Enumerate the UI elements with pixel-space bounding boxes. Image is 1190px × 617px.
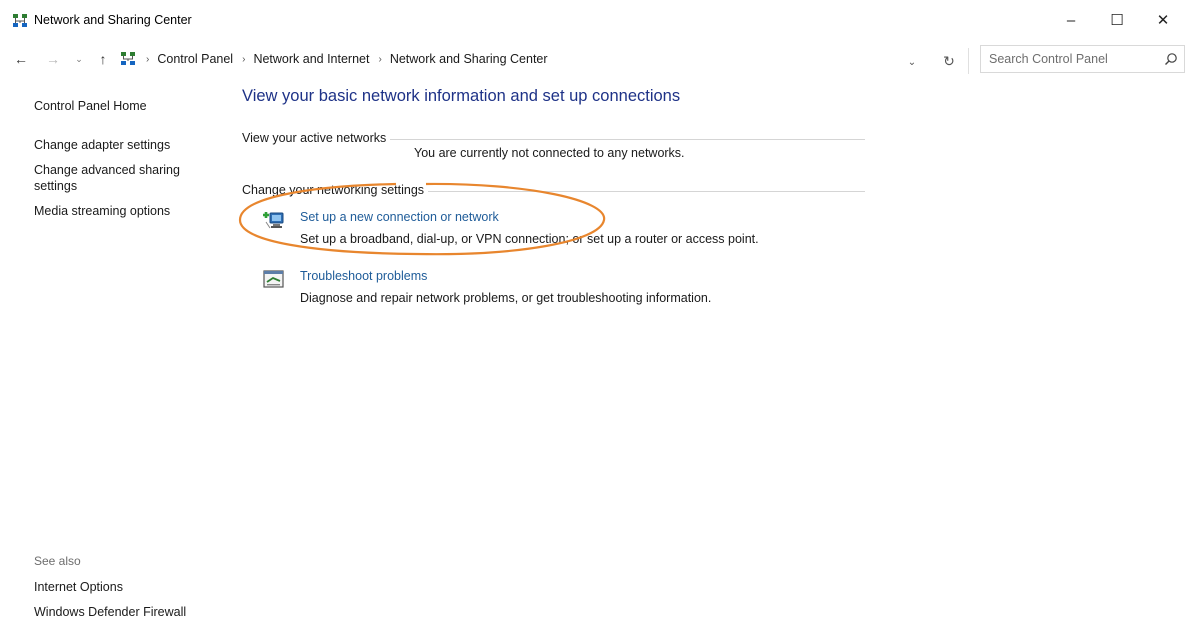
search-box[interactable] [980,45,1185,73]
window: Network and Sharing Center – ☐ ✕ ← → ⌄ ↑… [0,0,1190,617]
setup-new-connection-link[interactable]: Set up a new connection or network [300,210,499,224]
search-icon[interactable] [1164,52,1178,66]
setup-new-connection-description: Set up a broadband, dial-up, or VPN conn… [300,232,759,246]
media-streaming-options-link[interactable]: Media streaming options [34,203,170,219]
new-connection-icon [263,212,284,229]
window-title: Network and Sharing Center [34,13,192,27]
breadcrumb-network-and-internet[interactable]: Network and Internet [253,52,369,66]
troubleshoot-problems-link[interactable]: Troubleshoot problems [300,269,427,283]
windows-defender-firewall-link[interactable]: Windows Defender Firewall [34,604,186,617]
address-bar[interactable]: › Control Panel › Network and Internet ›… [118,45,928,73]
troubleshoot-icon [263,270,284,288]
chevron-right-icon: › [146,53,150,65]
active-networks-heading: View your active networks [242,131,391,145]
network-status-text: You are currently not connected to any n… [414,146,685,160]
minimize-button[interactable]: – [1048,0,1094,40]
change-advanced-sharing-settings-link[interactable]: Change advanced sharing settings [34,162,204,194]
close-button[interactable]: ✕ [1140,0,1186,40]
control-panel-home-link[interactable]: Control Panel Home [34,98,147,114]
control-panel-icon [121,52,135,65]
address-dropdown-button[interactable]: ⌄ [900,52,924,72]
chevron-right-icon[interactable]: › [242,54,245,65]
internet-options-link[interactable]: Internet Options [34,579,123,595]
navigation-bar: ← → ⌄ ↑ › Control Panel › Network and In… [0,44,1190,74]
recent-locations-button[interactable]: ⌄ [72,48,86,70]
change-adapter-settings-link[interactable]: Change adapter settings [34,137,170,153]
chevron-right-icon[interactable]: › [378,54,381,65]
troubleshoot-problems-description: Diagnose and repair network problems, or… [300,291,712,305]
networking-settings-heading: Change your networking settings [242,183,429,197]
up-button[interactable]: ↑ [94,48,112,70]
search-input[interactable] [981,46,1172,72]
page-title: View your basic network information and … [242,87,681,105]
network-center-icon [13,14,27,27]
forward-button[interactable]: → [44,48,62,70]
breadcrumb-control-panel[interactable]: Control Panel [157,52,233,66]
title-bar: Network and Sharing Center – ☐ ✕ [0,0,1190,42]
refresh-button[interactable]: ↻ [938,51,960,71]
breadcrumb-network-and-sharing-center[interactable]: Network and Sharing Center [390,52,548,66]
back-button[interactable]: ← [12,48,30,70]
maximize-button[interactable]: ☐ [1094,0,1140,40]
divider [968,48,969,74]
see-also-heading: See also [34,554,81,568]
